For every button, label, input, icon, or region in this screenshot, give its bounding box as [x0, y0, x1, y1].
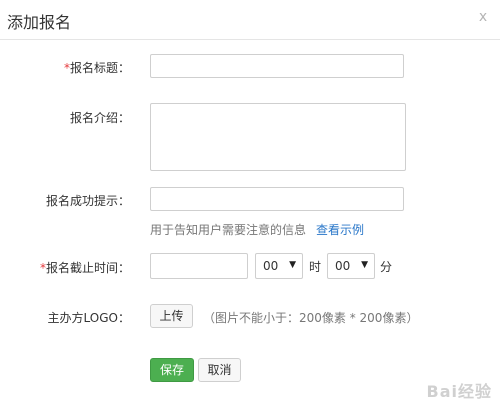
title-label-text: 报名标题：	[69, 61, 130, 75]
logo-field-label: 主办方LOGO：	[47, 311, 130, 325]
title-field-label: *报名标题：	[64, 59, 130, 76]
save-button[interactable]: 保存	[150, 358, 194, 382]
deadline-field-label: *报名截止时间：	[40, 259, 130, 276]
watermark-logo: Bai经验	[426, 382, 492, 401]
success-field-label: 报名成功提示：	[45, 194, 130, 208]
deadline-label-text: 报名截止时间：	[45, 261, 130, 275]
success-tip-input[interactable]	[150, 187, 404, 211]
title-input[interactable]	[150, 54, 404, 78]
success-tip-hint: 用于告知用户需要注意的信息	[150, 223, 307, 237]
dropdown-arrow-icon: ▼	[289, 260, 296, 270]
hour-unit: 时	[309, 260, 322, 274]
hour-select[interactable]: 00 ▼	[255, 253, 303, 279]
dropdown-arrow-icon: ▼	[361, 260, 368, 270]
dialog-title: 添加报名	[7, 13, 72, 32]
logo-size-hint: （图片不能小于：200像素 * 200像素）	[203, 311, 419, 325]
minute-select[interactable]: 00 ▼	[327, 253, 375, 279]
add-registration-dialog: 添加报名 x *报名标题： 报名介绍： 报名成功提示： 用于告知用户需要注意的信…	[0, 0, 500, 408]
intro-field-label: 报名介绍：	[69, 111, 130, 125]
dialog-header: 添加报名 x	[0, 0, 500, 40]
intro-textarea[interactable]	[150, 103, 406, 171]
close-icon[interactable]: x	[476, 10, 490, 24]
upload-button[interactable]: 上传	[150, 304, 193, 328]
deadline-date-input[interactable]	[150, 253, 248, 279]
minute-value: 00	[335, 259, 351, 273]
cancel-button[interactable]: 取消	[198, 358, 241, 382]
hour-value: 00	[263, 259, 279, 273]
minute-unit: 分	[380, 260, 393, 274]
view-example-link[interactable]: 查看示例	[316, 221, 364, 238]
